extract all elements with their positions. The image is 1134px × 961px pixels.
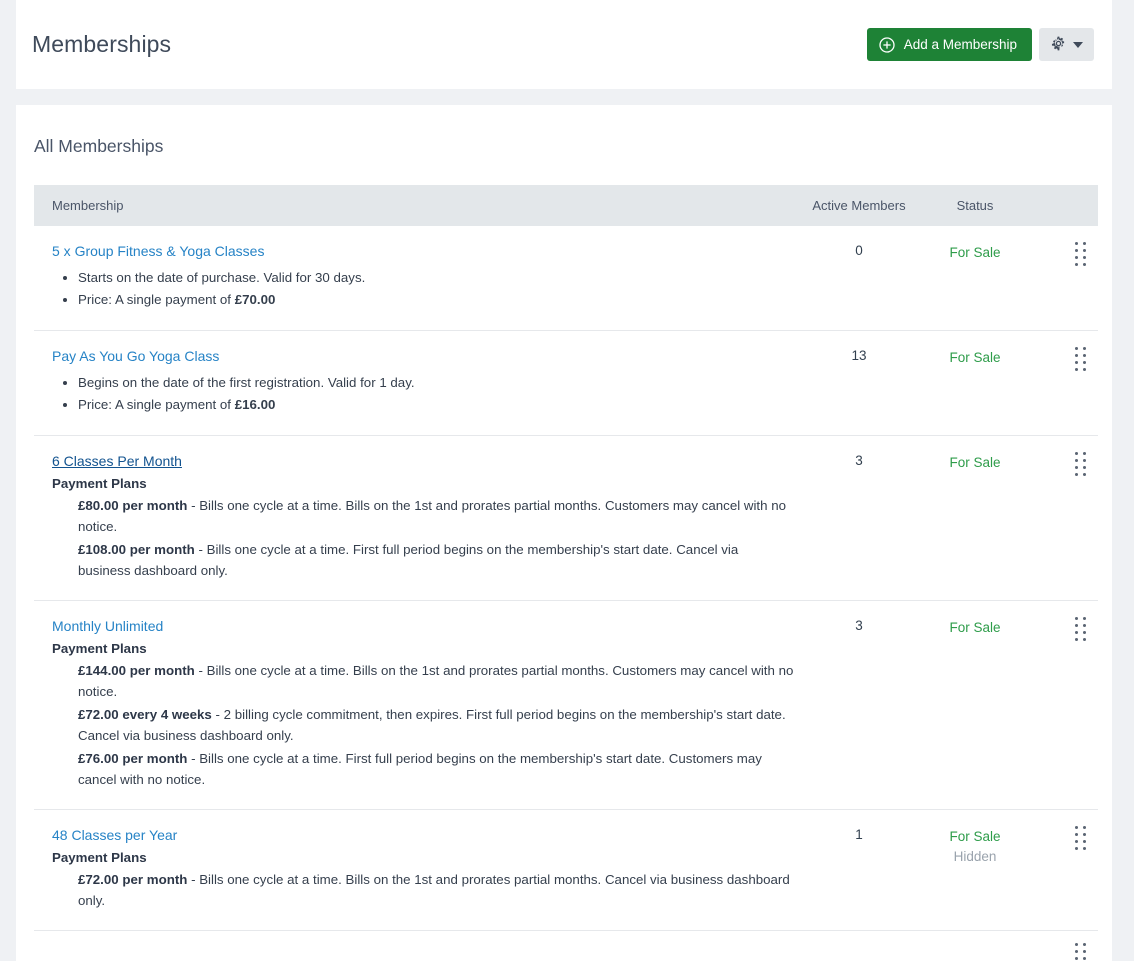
status-badge-hidden: Hidden (926, 847, 1024, 867)
membership-link[interactable]: Pay As You Go Yoga Class (52, 347, 219, 366)
membership-link[interactable]: 6 Classes Per Month (52, 452, 182, 471)
plus-circle-icon (879, 37, 895, 53)
table-header-row: Membership Active Members Status (34, 185, 1098, 226)
status-badge-for-sale: For Sale (926, 618, 1024, 638)
cell-status: For Sale (914, 331, 1024, 435)
payment-plans-label: Payment Plans (52, 639, 794, 659)
table-row-partial (34, 931, 1098, 961)
cell-membership: Monthly Unlimited Payment Plans£144.00 pe… (34, 601, 804, 809)
cell-row-menu (1024, 331, 1098, 435)
status-badge-for-sale: For Sale (926, 827, 1024, 847)
payment-plan-item: £72.00 per month - Bills one cycle at a … (78, 869, 794, 912)
cell-status: For Sale (914, 226, 1024, 330)
cell-active-members: 0 (804, 226, 914, 330)
page-header: Memberships Add a Membership (16, 0, 1112, 89)
drag-handle-icon[interactable] (1075, 943, 1087, 961)
column-header-status: Status (914, 198, 1024, 213)
table-row: Monthly Unlimited Payment Plans£144.00 pe… (34, 601, 1098, 810)
drag-handle-icon[interactable] (1075, 617, 1087, 643)
drag-handle-icon[interactable] (1075, 452, 1087, 478)
cell-row-menu (1024, 436, 1098, 600)
cell-membership: Pay As You Go Yoga Class Begins on the da… (34, 331, 804, 435)
payment-plans-label: Payment Plans (52, 848, 794, 868)
memberships-page: Memberships Add a Membership (0, 0, 1134, 961)
detail-item: Price: A single payment of £16.00 (78, 394, 794, 417)
detail-item: Price: A single payment of £70.00 (78, 289, 794, 312)
cell-status (914, 931, 1024, 961)
membership-link[interactable]: Monthly Unlimited (52, 617, 163, 636)
cell-membership: 5 x Group Fitness & Yoga Classes Starts o… (34, 226, 804, 330)
membership-link[interactable]: 48 Classes per Year (52, 826, 177, 845)
membership-details: Begins on the date of the first registra… (52, 372, 794, 417)
table-body: 5 x Group Fitness & Yoga Classes Starts o… (34, 226, 1098, 961)
cell-row-menu (1024, 810, 1098, 930)
payment-plan-item: £76.00 per month - Bills one cycle at a … (78, 748, 794, 791)
cell-membership: 48 Classes per Year Payment Plans£72.00 p… (34, 810, 804, 930)
cell-membership (34, 931, 804, 961)
status-badge-for-sale: For Sale (926, 453, 1024, 473)
table-row: 48 Classes per Year Payment Plans£72.00 p… (34, 810, 1098, 931)
drag-handle-icon[interactable] (1075, 347, 1087, 373)
payment-plan-item: £72.00 every 4 weeks - 2 billing cycle c… (78, 704, 794, 747)
table-row: Pay As You Go Yoga Class Begins on the da… (34, 331, 1098, 436)
payment-plan-item: £80.00 per month - Bills one cycle at a … (78, 495, 794, 538)
cell-active-members: 3 (804, 601, 914, 809)
cell-active-members: 13 (804, 331, 914, 435)
memberships-table: Membership Active Members Status 5 x Gro… (34, 185, 1098, 961)
add-membership-button[interactable]: Add a Membership (867, 28, 1032, 61)
status-badge-for-sale: For Sale (926, 243, 1024, 263)
detail-item: Starts on the date of purchase. Valid fo… (78, 267, 794, 290)
payment-plan-item: £144.00 per month - Bills one cycle at a… (78, 660, 794, 703)
memberships-panel: All Memberships Membership Active Member… (16, 105, 1112, 961)
table-row: 6 Classes Per Month Payment Plans£80.00 p… (34, 436, 1098, 601)
payment-plan-item: £108.00 per month - Bills one cycle at a… (78, 539, 794, 582)
column-header-membership: Membership (34, 198, 804, 213)
status-badge-for-sale: For Sale (926, 348, 1024, 368)
cell-active-members (804, 931, 914, 961)
cell-row-menu (1024, 931, 1098, 961)
header-actions: Add a Membership (867, 28, 1094, 61)
drag-handle-icon[interactable] (1075, 242, 1087, 268)
gear-icon (1051, 36, 1066, 54)
chevron-down-icon (1073, 42, 1083, 48)
settings-dropdown-button[interactable] (1039, 28, 1094, 61)
cell-row-menu (1024, 226, 1098, 330)
cell-status: For Sale (914, 436, 1024, 600)
drag-handle-icon[interactable] (1075, 826, 1087, 852)
add-membership-label: Add a Membership (904, 37, 1017, 52)
cell-status: For SaleHidden (914, 810, 1024, 930)
cell-membership: 6 Classes Per Month Payment Plans£80.00 p… (34, 436, 804, 600)
detail-item: Begins on the date of the first registra… (78, 372, 794, 395)
membership-link[interactable]: 5 x Group Fitness & Yoga Classes (52, 242, 264, 261)
cell-active-members: 3 (804, 436, 914, 600)
payment-plans-label: Payment Plans (52, 474, 794, 494)
section-title: All Memberships (16, 105, 1112, 156)
cell-status: For Sale (914, 601, 1024, 809)
table-row: 5 x Group Fitness & Yoga Classes Starts o… (34, 226, 1098, 331)
page-title: Memberships (32, 33, 171, 56)
cell-active-members: 1 (804, 810, 914, 930)
cell-row-menu (1024, 601, 1098, 809)
membership-details: Starts on the date of purchase. Valid fo… (52, 267, 794, 312)
column-header-active-members: Active Members (804, 198, 914, 213)
